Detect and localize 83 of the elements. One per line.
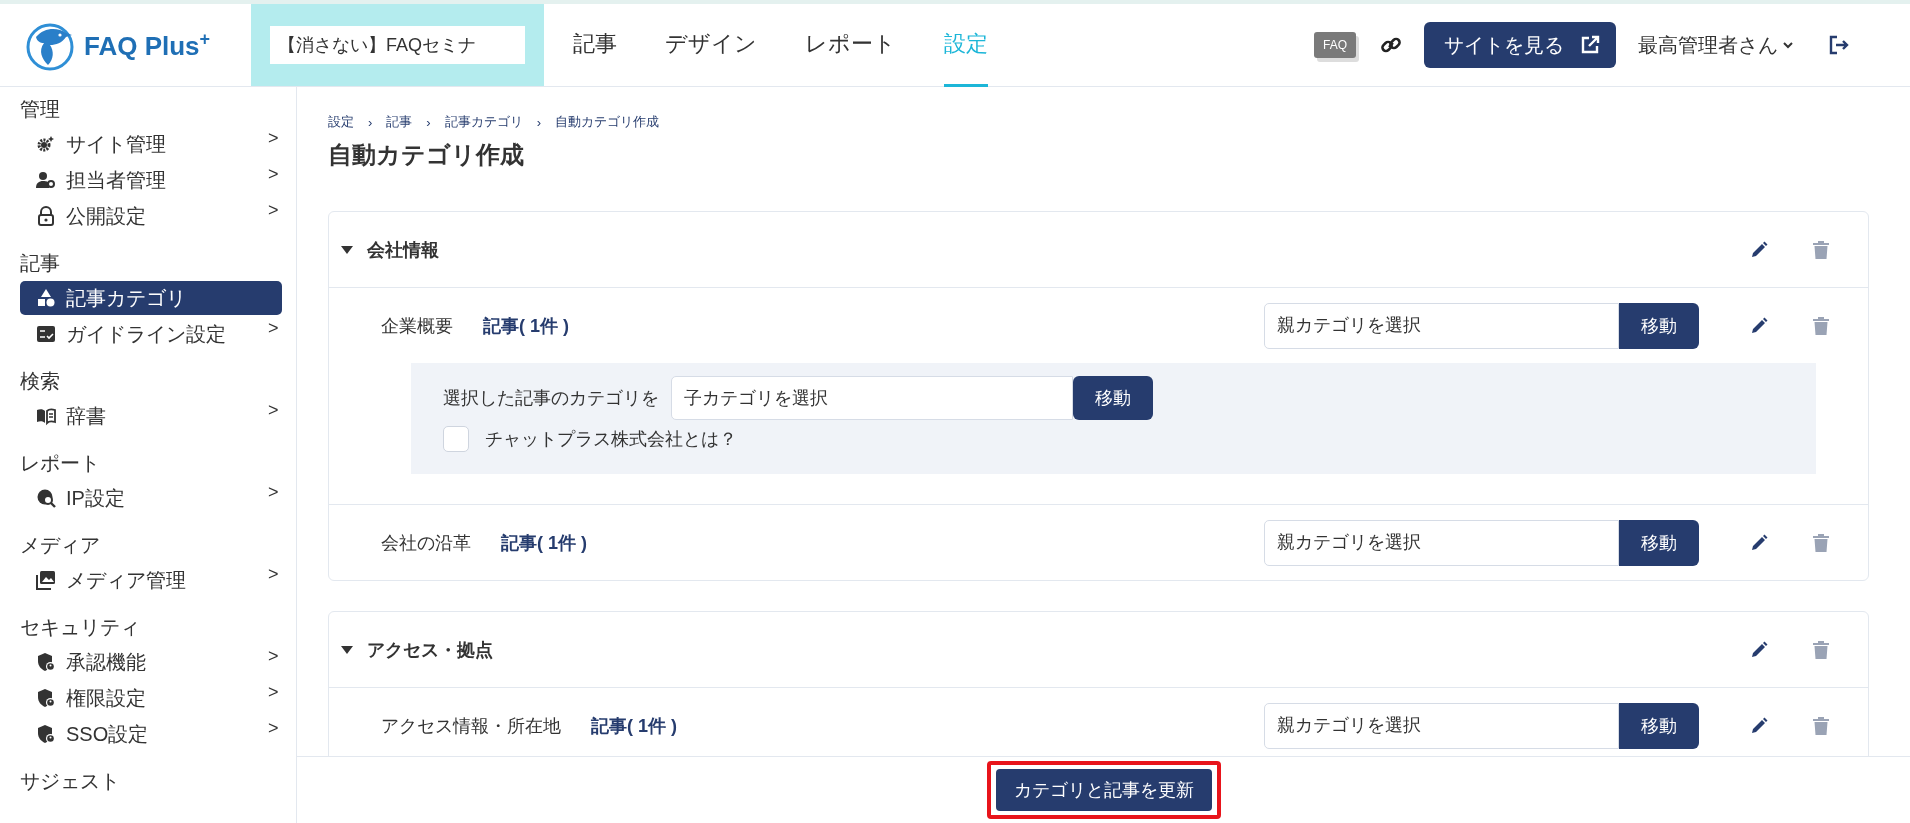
section-heading: サジェスト xyxy=(20,769,120,794)
expand-arrow[interactable]: > xyxy=(268,400,282,421)
external-link-icon xyxy=(1580,35,1600,55)
panel-label: 選択した記事のカテゴリを xyxy=(443,387,659,410)
parent-category-select[interactable]: 親カテゴリを選択 xyxy=(1264,519,1619,566)
caret-icon[interactable] xyxy=(341,245,353,254)
shield-user-icon xyxy=(36,724,56,744)
expand-arrow[interactable]: > xyxy=(268,564,282,585)
expand-arrow[interactable]: > xyxy=(268,318,282,339)
move-button[interactable]: 移動 xyxy=(1073,376,1153,420)
edit-icon[interactable] xyxy=(1749,639,1769,660)
chevron-down-icon xyxy=(1782,41,1794,49)
sidebar-item[interactable]: サイト管理 xyxy=(20,127,268,161)
category-name: 会社情報 xyxy=(367,238,439,262)
sidebar-item[interactable]: 辞書 xyxy=(20,399,268,433)
update-button[interactable]: カテゴリと記事を更新 xyxy=(995,769,1212,811)
breadcrumb-separator: › xyxy=(426,114,431,130)
edit-icon[interactable] xyxy=(1749,532,1769,553)
checklist-icon xyxy=(36,324,56,344)
logout-icon[interactable] xyxy=(1828,34,1850,56)
sidebar-item[interactable]: 担当者管理 xyxy=(20,163,268,197)
images-icon xyxy=(36,570,56,590)
nav-tab[interactable]: デザイン xyxy=(665,4,757,87)
child-category-select[interactable]: 子カテゴリを選択 xyxy=(671,376,1073,420)
breadcrumb-link[interactable]: 記事 xyxy=(386,113,413,131)
category-name: アクセス・拠点 xyxy=(367,638,493,662)
expand-arrow[interactable]: > xyxy=(268,200,282,221)
sidebar-item[interactable]: 公開設定 xyxy=(20,199,268,233)
nav-tab[interactable]: 記事 xyxy=(573,4,617,87)
expand-arrow[interactable]: > xyxy=(268,682,282,703)
page-title: 自動カテゴリ作成 xyxy=(328,140,525,170)
parent-category-select[interactable]: 親カテゴリを選択 xyxy=(1264,702,1619,749)
sidebar-item[interactable]: ガイドライン設定 xyxy=(20,317,268,351)
logo-text: FAQ Plus$^{+}$ xyxy=(84,28,211,62)
expand-arrow[interactable]: > xyxy=(268,164,282,185)
expand-arrow[interactable]: > xyxy=(268,718,282,739)
expand-arrow[interactable]: > xyxy=(268,128,282,149)
breadcrumb-link[interactable]: 設定 xyxy=(328,113,354,131)
move-button[interactable]: 移動 xyxy=(1619,302,1699,349)
user-gear-icon xyxy=(36,170,56,190)
project-select[interactable]: 【消さない】FAQセミナ xyxy=(270,26,525,64)
article-category-name: アクセス情報・所在地 xyxy=(381,714,561,738)
section-heading: セキュリティ xyxy=(20,615,140,640)
shield-user-icon xyxy=(36,688,56,708)
caret-icon[interactable] xyxy=(341,645,353,654)
sidebar-item[interactable]: メディア管理 xyxy=(20,563,268,597)
globe-search-icon xyxy=(36,488,56,508)
article-category-name: 企業概要 xyxy=(381,314,453,338)
expand-arrow[interactable]: > xyxy=(268,482,282,503)
shield-user-icon xyxy=(36,652,56,672)
checkbox[interactable] xyxy=(443,426,469,452)
sidebar-item[interactable]: IP設定 xyxy=(20,481,268,515)
lock-icon xyxy=(36,206,56,226)
book-icon xyxy=(36,406,56,426)
edit-icon[interactable] xyxy=(1749,715,1769,736)
section-heading: メディア xyxy=(20,533,100,558)
move-button[interactable]: 移動 xyxy=(1619,519,1699,566)
edit-icon[interactable] xyxy=(1749,239,1769,260)
sidebar-item[interactable]: SSO設定 xyxy=(20,717,268,751)
sidebar-item[interactable]: 承認機能 xyxy=(20,645,268,679)
sidebar-item[interactable]: 権限設定 xyxy=(20,681,268,715)
section-heading: 検索 xyxy=(20,369,60,394)
article-count-link[interactable]: 記事( 1件 ) xyxy=(483,313,569,338)
move-button[interactable]: 移動 xyxy=(1619,702,1699,749)
parent-category-select[interactable]: 親カテゴリを選択 xyxy=(1264,302,1619,349)
nav-tab[interactable]: レポート xyxy=(805,4,896,87)
sidebar-item[interactable]: 記事カテゴリ xyxy=(20,281,282,315)
user-menu[interactable]: 最高管理者さん xyxy=(1638,31,1794,59)
breadcrumb-separator: › xyxy=(536,114,542,130)
expand-arrow[interactable]: > xyxy=(268,646,282,667)
breadcrumb-separator: › xyxy=(368,114,373,130)
article-category-name: 会社の沿革 xyxy=(381,531,471,555)
section-heading: レポート xyxy=(20,451,100,476)
article-count-link[interactable]: 記事( 1件 ) xyxy=(591,713,677,738)
gear-icon xyxy=(36,134,56,154)
section-heading: 管理 xyxy=(20,97,60,122)
view-site-button[interactable]: サイトを見る xyxy=(1424,22,1616,68)
breadcrumb-link[interactable]: 記事カテゴリ xyxy=(444,113,523,131)
breadcrumb-link[interactable]: 自動カテゴリ作成 xyxy=(555,113,660,131)
section-heading: 記事 xyxy=(20,251,60,276)
article-count-link[interactable]: 記事( 1件 ) xyxy=(501,530,587,555)
edit-icon[interactable] xyxy=(1749,315,1769,336)
article-title: チャットプラス株式会社とは？ xyxy=(485,428,737,451)
